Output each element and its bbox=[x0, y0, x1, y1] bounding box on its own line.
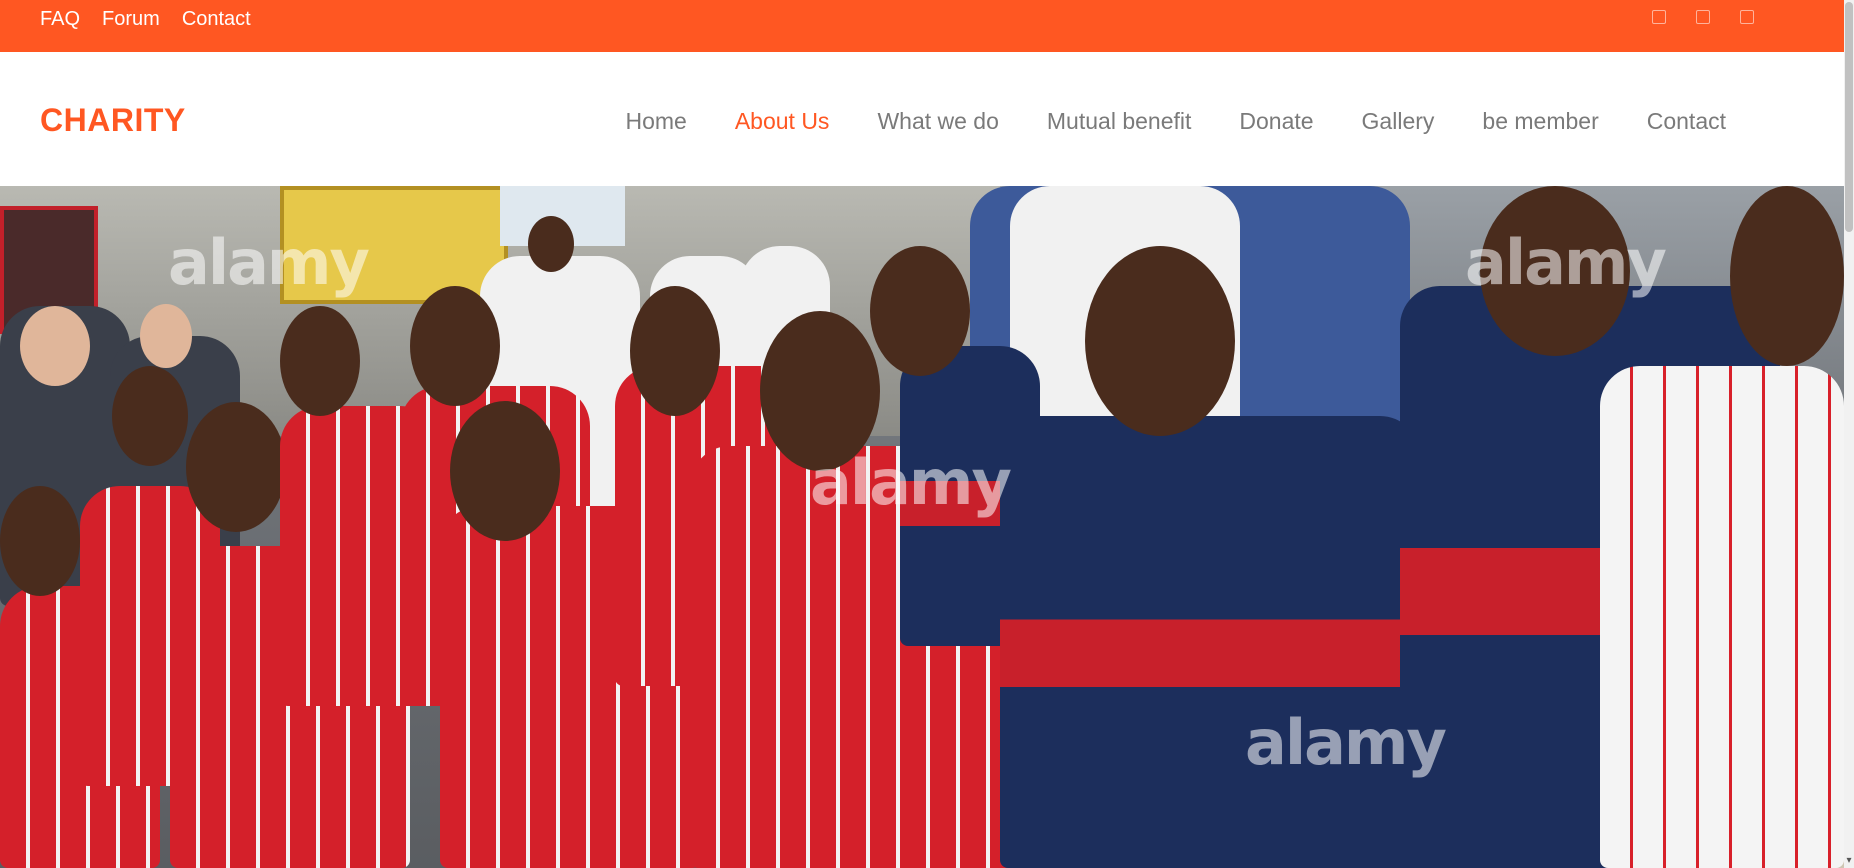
page: FAQ Forum Contact CHARITY Home About Us … bbox=[0, 0, 1854, 868]
watermark: alamy bbox=[168, 226, 370, 299]
child-head bbox=[0, 486, 80, 596]
twitter-icon[interactable] bbox=[1696, 10, 1710, 24]
topbar-link-faq[interactable]: FAQ bbox=[40, 8, 80, 30]
adult-head bbox=[140, 304, 192, 368]
topbar-link-forum[interactable]: Forum bbox=[102, 8, 160, 30]
site-logo[interactable]: CHARITY bbox=[40, 102, 186, 138]
nav-item-be-member[interactable]: be member bbox=[1482, 108, 1598, 134]
topbar-link-contact[interactable]: Contact bbox=[182, 8, 251, 30]
site-header: CHARITY Home About Us What we do Mutual … bbox=[0, 52, 1844, 186]
nav-item-mutual-benefit[interactable]: Mutual benefit bbox=[1047, 108, 1191, 134]
nav-item-about-us[interactable]: About Us bbox=[735, 108, 830, 134]
child-head bbox=[280, 306, 360, 416]
watermark: alamy bbox=[810, 446, 1012, 519]
main-nav: Home About Us What we do Mutual benefit … bbox=[625, 108, 1726, 134]
child-head bbox=[112, 366, 188, 466]
scrollbar-thumb[interactable] bbox=[1845, 2, 1853, 232]
watermark: alamy bbox=[1465, 226, 1667, 299]
scroll-down-arrow-icon[interactable]: ▾ bbox=[1844, 854, 1854, 868]
child-head bbox=[1730, 186, 1844, 366]
child-head bbox=[1085, 246, 1235, 436]
watermark: alamy bbox=[1245, 706, 1447, 779]
nav-item-donate[interactable]: Donate bbox=[1239, 108, 1313, 134]
child-figure bbox=[1000, 416, 1420, 868]
adult-head bbox=[528, 216, 574, 272]
adult-head bbox=[20, 306, 90, 386]
child-head bbox=[186, 402, 286, 532]
nav-item-gallery[interactable]: Gallery bbox=[1362, 108, 1435, 134]
facebook-icon[interactable] bbox=[1652, 10, 1666, 24]
topbar-links: FAQ Forum Contact bbox=[40, 8, 251, 30]
child-head bbox=[450, 401, 560, 541]
social-links bbox=[1652, 10, 1754, 24]
nav-item-contact[interactable]: Contact bbox=[1647, 108, 1726, 134]
instagram-icon[interactable] bbox=[1740, 10, 1754, 24]
nav-item-home[interactable]: Home bbox=[625, 108, 686, 134]
hero-photo: alamy alamy alamy alamy bbox=[0, 186, 1844, 868]
child-head bbox=[630, 286, 720, 416]
child-head bbox=[410, 286, 500, 406]
nav-item-what-we-do[interactable]: What we do bbox=[877, 108, 998, 134]
top-utility-bar: FAQ Forum Contact bbox=[0, 0, 1844, 52]
child-head bbox=[870, 246, 970, 376]
child-figure bbox=[1600, 366, 1844, 868]
page-scrollbar[interactable]: ▾ bbox=[1844, 0, 1854, 868]
